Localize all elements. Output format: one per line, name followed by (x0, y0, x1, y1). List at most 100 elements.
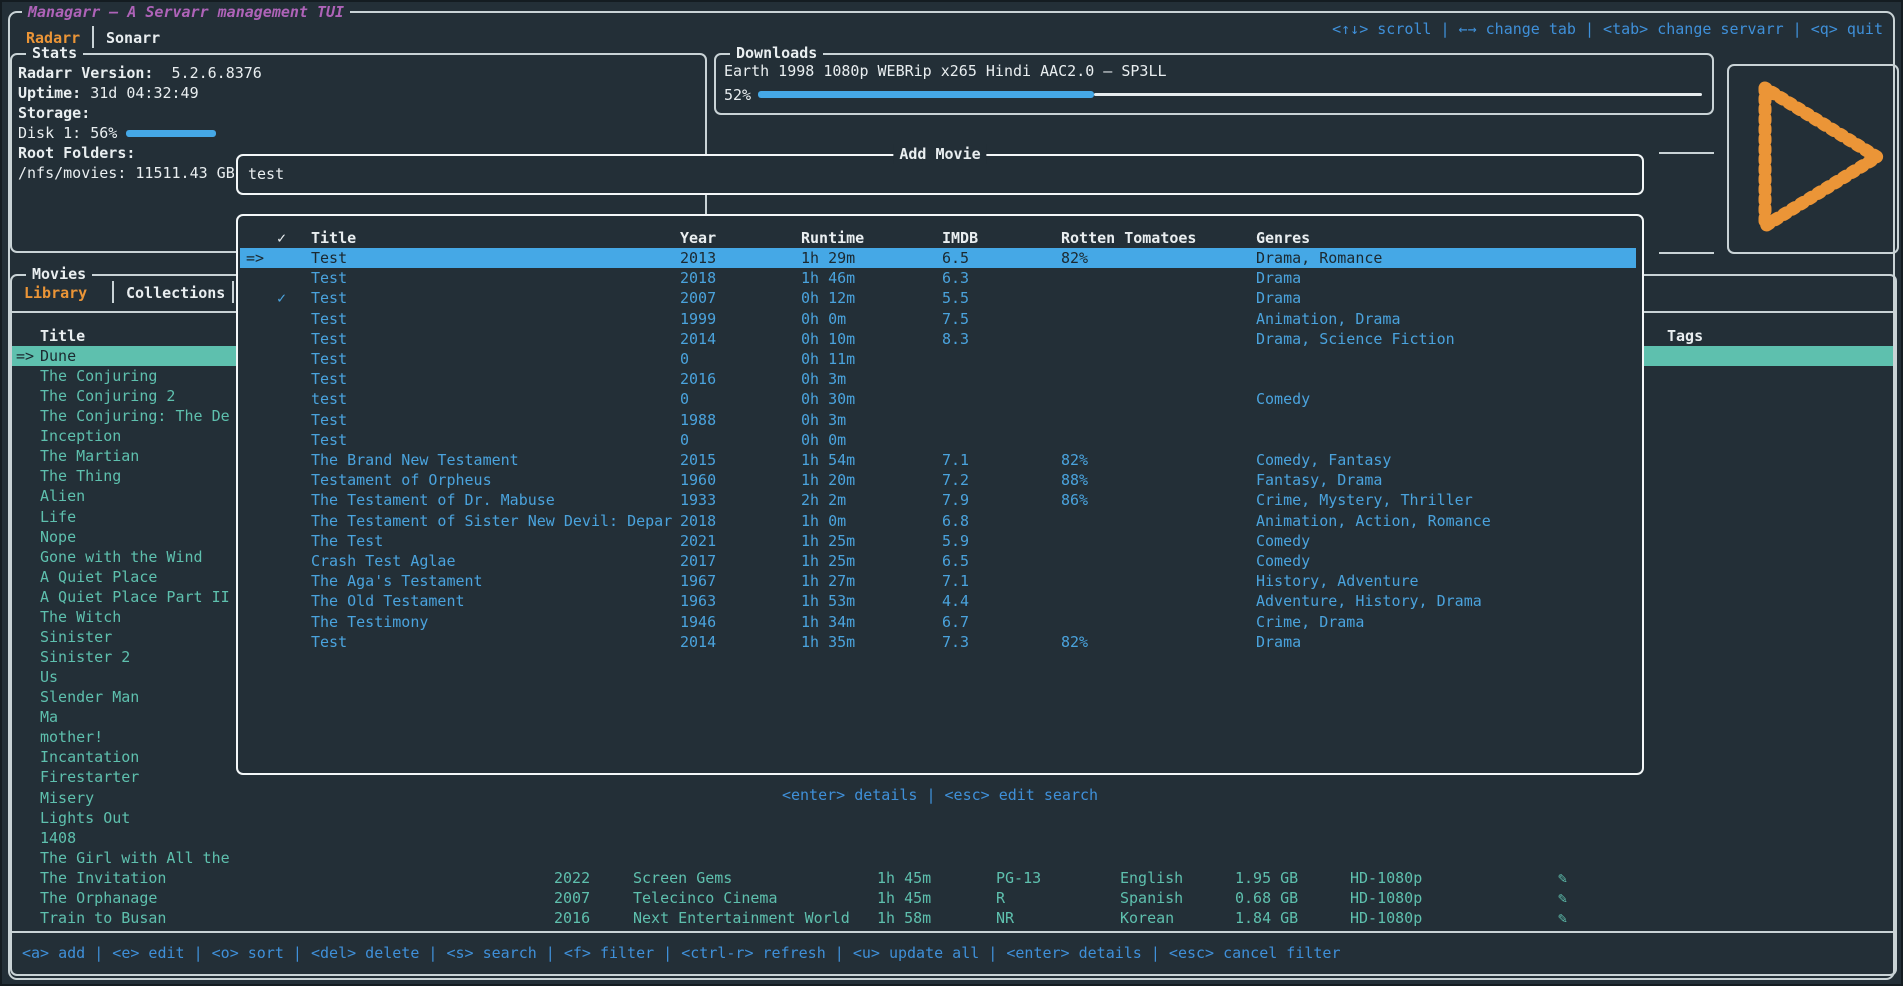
result-cell-imdb: 7.1 (942, 571, 969, 591)
library-list-item[interactable]: Misery (40, 788, 94, 808)
result-row[interactable]: The Old Testament19631h 53m4.4Adventure,… (238, 591, 1642, 611)
library-list-item[interactable]: Alien (40, 486, 85, 506)
result-row[interactable]: Test20140h 10m8.3Drama, Science Fiction (238, 329, 1642, 349)
library-list-item[interactable]: Sinister (40, 627, 112, 647)
result-cell-title: Test (311, 248, 347, 268)
library-list-item[interactable]: Life (40, 507, 76, 527)
result-row[interactable]: Test00h 11m (238, 349, 1642, 369)
result-cell-runtime: 0h 0m (801, 309, 846, 329)
library-list-item[interactable]: The Orphanage (40, 888, 157, 908)
library-list-item[interactable]: Us (40, 667, 58, 687)
result-cell-year: 0 (680, 349, 689, 369)
library-list-item[interactable]: 1408 (40, 828, 76, 848)
library-list-item[interactable]: Incantation (40, 747, 139, 767)
library-list-item[interactable]: Train to Busan (40, 908, 166, 928)
result-cell-title: test (311, 389, 347, 409)
disk-usage-gauge (126, 130, 216, 137)
result-cell-genres: Drama (1256, 288, 1301, 308)
result-row[interactable]: Crash Test Aglae20171h 25m6.5Comedy (238, 551, 1642, 571)
library-list-item[interactable]: The Witch (40, 607, 121, 627)
movies-tab-library[interactable]: Library (24, 283, 87, 303)
library-list-item[interactable]: The Girl with All the (40, 848, 230, 868)
library-cell-quality: HD-1080p (1350, 888, 1422, 908)
result-cell-rt: 88% (1061, 470, 1088, 490)
result-cell-year: 2014 (680, 329, 716, 349)
result-cell-genres: Drama, Romance (1256, 248, 1382, 268)
result-row[interactable]: The Test20211h 25m5.9Comedy (238, 531, 1642, 551)
library-list-item[interactable]: The Conjuring: The De (40, 406, 230, 426)
result-row[interactable]: Test20160h 3m (238, 369, 1642, 389)
result-cell-title: Test (311, 329, 347, 349)
result-row[interactable]: =>Test20131h 29m6.582%Drama, Romance (238, 248, 1642, 268)
library-cell-year: 2022 (554, 868, 590, 888)
result-row[interactable]: The Testament of Sister New Devil: Depar… (238, 511, 1642, 531)
movies-tab-collections[interactable]: Collections (126, 283, 225, 303)
result-row[interactable]: ✓Test20070h 12m5.5Drama (238, 288, 1642, 308)
library-list-item[interactable]: Dune (40, 346, 76, 366)
library-list-item[interactable]: Ma (40, 707, 58, 727)
result-row[interactable]: Test19990h 0m7.5Animation, Drama (238, 309, 1642, 329)
library-list-item[interactable]: mother! (40, 727, 103, 747)
result-cell-year: 1946 (680, 612, 716, 632)
result-cell-runtime: 0h 3m (801, 410, 846, 430)
result-cell-runtime: 1h 25m (801, 551, 855, 571)
library-list-item[interactable]: Inception (40, 426, 121, 446)
result-cell-runtime: 0h 10m (801, 329, 855, 349)
result-cell-year: 2021 (680, 531, 716, 551)
result-cell-runtime: 1h 46m (801, 268, 855, 288)
library-list-item[interactable]: Sinister 2 (40, 647, 130, 667)
result-cell-year: 2007 (680, 288, 716, 308)
result-row[interactable]: The Aga's Testament19671h 27m7.1History,… (238, 571, 1642, 591)
stats-version: Radarr Version: 5.2.6.8376 (18, 63, 262, 83)
result-row[interactable]: Testament of Orpheus19601h 20m7.288%Fant… (238, 470, 1642, 490)
library-list-item[interactable]: The Martian (40, 446, 139, 466)
library-list-item[interactable]: The Conjuring 2 (40, 386, 175, 406)
result-row[interactable]: The Brand New Testament20151h 54m7.182%C… (238, 450, 1642, 470)
result-cell-imdb: 7.2 (942, 470, 969, 490)
result-row[interactable]: Test20141h 35m7.382%Drama (238, 632, 1642, 652)
result-cell-runtime: 1h 54m (801, 450, 855, 470)
managarr-logo-icon (1729, 66, 1897, 252)
library-cell-language: Spanish (1120, 888, 1183, 908)
library-list-item[interactable]: Slender Man (40, 687, 139, 707)
result-cell-genres: Crime, Mystery, Thriller (1256, 490, 1473, 510)
library-list-item[interactable]: A Quiet Place Part II (40, 587, 230, 607)
result-cell-title: Crash Test Aglae (311, 551, 456, 571)
monitored-pencil-icon: ✎ (1558, 888, 1567, 908)
add-movie-search-input[interactable]: test (248, 164, 284, 184)
result-row[interactable]: Test00h 0m (238, 430, 1642, 450)
result-cell-runtime: 1h 20m (801, 470, 855, 490)
library-list-item[interactable]: Gone with the Wind (40, 547, 203, 567)
tab-sonarr[interactable]: Sonarr (106, 28, 160, 48)
result-cell-genres: Comedy, Fantasy (1256, 450, 1391, 470)
library-list-item[interactable]: A Quiet Place (40, 567, 157, 587)
global-keybinds: <↑↓> scroll | ←→ change tab | <tab> chan… (1332, 19, 1883, 39)
result-cell-year: 1988 (680, 410, 716, 430)
library-list-item[interactable]: Nope (40, 527, 76, 547)
library-cell-size: 1.84 GB (1235, 908, 1298, 928)
result-cell-genres: Crime, Drama (1256, 612, 1364, 632)
result-cell-runtime: 1h 35m (801, 632, 855, 652)
result-row[interactable]: The Testimony19461h 34m6.7Crime, Drama (238, 612, 1642, 632)
library-list-item[interactable]: The Invitation (40, 868, 166, 888)
result-cell-year: 1963 (680, 591, 716, 611)
result-row[interactable]: Test19880h 3m (238, 410, 1642, 430)
library-title-header: Title (40, 326, 85, 346)
result-row[interactable]: Test20181h 46m6.3Drama (238, 268, 1642, 288)
stats-disk-label: Disk 1: 56% (18, 123, 117, 143)
results-header-check-icon: ✓ (277, 228, 286, 248)
result-cell-title: The Testimony (311, 612, 428, 632)
add-movie-search-box[interactable]: Add Movie test (236, 154, 1644, 195)
result-cell-runtime: 2h 2m (801, 490, 846, 510)
result-cell-imdb: 6.8 (942, 511, 969, 531)
library-list-item[interactable]: Lights Out (40, 808, 130, 828)
result-row[interactable]: test00h 30mComedy (238, 389, 1642, 409)
library-list-item[interactable]: The Conjuring (40, 366, 157, 386)
result-cell-year: 2016 (680, 369, 716, 389)
library-list-item[interactable]: Firestarter (40, 767, 139, 787)
library-list-item[interactable]: The Thing (40, 466, 121, 486)
library-cell-runtime: 1h 45m (877, 888, 931, 908)
result-cell-imdb: 6.3 (942, 268, 969, 288)
result-cell-rt: 82% (1061, 450, 1088, 470)
result-row[interactable]: The Testament of Dr. Mabuse19332h 2m7.98… (238, 490, 1642, 510)
